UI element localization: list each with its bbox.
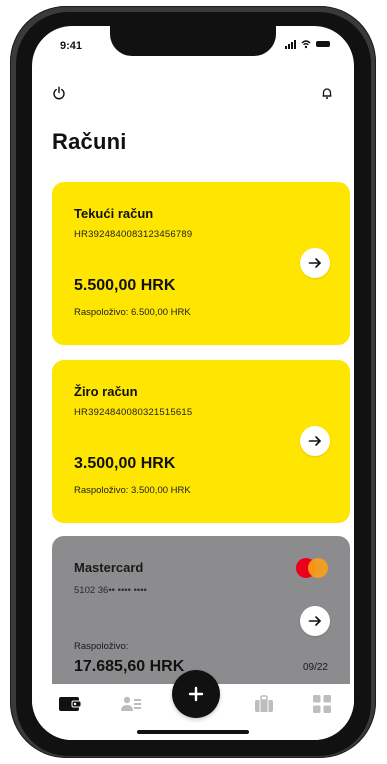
briefcase-icon <box>255 695 273 712</box>
status-icons <box>285 39 330 49</box>
arrow-right-button[interactable] <box>300 248 330 278</box>
app-screen: 9:41 Računi Tekući račun HR3924840083123… <box>32 26 354 740</box>
account-iban: HR3924840083123456789 <box>74 229 193 240</box>
account-balance: 5.500,00 HRK <box>74 277 176 294</box>
arrow-right-icon <box>308 258 321 268</box>
card-name: Mastercard <box>74 560 144 575</box>
home-indicator <box>137 730 249 734</box>
power-icon[interactable] <box>46 80 72 106</box>
account-balance: 3.500,00 HRK <box>74 455 176 472</box>
tab-portfolio[interactable] <box>250 692 278 716</box>
plus-icon <box>188 686 204 702</box>
account-name: Tekući račun <box>74 206 154 221</box>
tab-payees[interactable] <box>117 692 145 716</box>
status-time: 9:41 <box>60 40 83 52</box>
page-title: Računi <box>52 129 127 154</box>
account-card-current[interactable]: Tekući račun HR3924840083123456789 5.500… <box>52 182 350 345</box>
card-balance: 17.685,60 HRK <box>74 658 185 675</box>
wifi-icon <box>301 40 311 49</box>
account-iban: HR3924840080321515615 <box>74 407 193 418</box>
account-name: Žiro račun <box>74 384 138 399</box>
signal-icon <box>285 39 296 49</box>
mastercard-logo-icon <box>296 558 328 578</box>
account-card-giro[interactable]: Žiro račun HR3924840080321515615 3.500,0… <box>52 360 350 523</box>
wallet-icon <box>59 697 81 711</box>
add-button[interactable] <box>172 670 220 718</box>
users-icon <box>121 696 141 711</box>
card-number: 5102 36•• •••• •••• <box>74 585 147 596</box>
card-expiry: 09/22 <box>302 662 328 673</box>
arrow-right-icon <box>308 436 321 446</box>
battery-icon <box>316 41 330 47</box>
arrow-right-button[interactable] <box>300 426 330 456</box>
arrow-right-button[interactable] <box>300 606 330 636</box>
tab-accounts[interactable] <box>56 692 84 716</box>
bell-icon[interactable] <box>314 80 340 106</box>
arrow-right-icon <box>308 616 321 626</box>
notch <box>110 26 276 56</box>
account-available: Raspoloživo: 6.500,00 HRK <box>74 307 191 318</box>
card-available-label: Raspoloživo: <box>74 641 129 652</box>
tab-bar <box>32 670 354 740</box>
account-available: Raspoloživo: 3.500,00 HRK <box>74 485 191 496</box>
tab-menu[interactable] <box>308 692 336 716</box>
grid-icon <box>313 695 331 713</box>
